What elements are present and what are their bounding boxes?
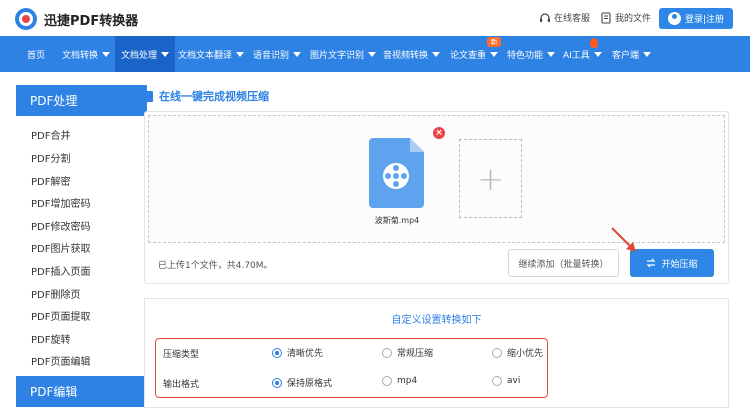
- sidebar-head-pdf-edit[interactable]: PDF编辑: [16, 376, 147, 407]
- options-highlight-frame: [155, 338, 548, 398]
- customer-service-link[interactable]: 在线客服: [539, 11, 590, 24]
- nav-item-special-features[interactable]: 特色功能: [507, 36, 556, 72]
- sidebar-item-pdf-merge[interactable]: PDF合并: [31, 127, 70, 142]
- caret-down-icon: [293, 51, 302, 57]
- document-icon: [601, 11, 611, 24]
- nav-item-doc-process[interactable]: 文档处理: [115, 36, 176, 72]
- sidebar-item-pdf-add-password[interactable]: PDF增加密码: [31, 195, 90, 210]
- caret-down-icon: [432, 51, 441, 57]
- nav-label: 语音识别: [253, 50, 290, 61]
- radio-clear-priority[interactable]: 清晰优先: [272, 346, 323, 359]
- nav-item-client[interactable]: 客户端: [612, 36, 652, 72]
- annotation-arrow-icon: [611, 227, 636, 252]
- nav-label: 论文查重: [450, 50, 487, 61]
- caret-down-icon: [593, 51, 602, 57]
- radio-dot: [492, 376, 502, 386]
- nav-label: 图片文字识别: [310, 50, 365, 61]
- nav-label: 客户端: [612, 50, 640, 61]
- sidebar-item-pdf-page-edit[interactable]: PDF页面编辑: [31, 353, 90, 368]
- radio-avi[interactable]: avi: [492, 376, 520, 386]
- sidebar-head-pdf-process[interactable]: PDF处理: [16, 85, 147, 116]
- nav-item-av-convert[interactable]: 音视频转换: [383, 36, 441, 72]
- remove-file-icon[interactable]: ×: [433, 127, 445, 139]
- nav-item-speech-recognition[interactable]: 语音识别: [253, 36, 302, 72]
- headset-icon: [540, 12, 550, 22]
- radio-dot: [272, 347, 282, 358]
- sidebar-item-pdf-decrypt[interactable]: PDF解密: [31, 173, 70, 188]
- start-compress-label: 开始压缩: [661, 259, 698, 270]
- caret-down-icon: [490, 51, 499, 57]
- plus-icon: +: [477, 159, 504, 198]
- hot-flame-icon: [590, 38, 598, 48]
- nav-item-doc-translate[interactable]: 文档文本翻译: [178, 36, 245, 72]
- login-register-button[interactable]: 登录|注册: [659, 8, 733, 29]
- caret-down-icon: [236, 51, 245, 57]
- nav-label: AI工具: [563, 50, 590, 61]
- login-label: 登录|注册: [684, 15, 725, 25]
- sidebar-item-pdf-split[interactable]: PDF分割: [31, 150, 70, 165]
- radio-normal-compress[interactable]: 常规压缩: [382, 346, 433, 359]
- main-nav: 首页 文档转换 文档处理 文档文本翻译 语音识别 图片文字识别 音视频转换 论文…: [0, 36, 750, 72]
- radio-label: 清晰优先: [287, 349, 324, 359]
- radio-label: 常规压缩: [397, 349, 434, 359]
- continue-add-button[interactable]: 继续添加（批量转换）: [508, 249, 619, 277]
- nav-label: 文档转换: [62, 50, 99, 61]
- nav-label: 首页: [27, 50, 46, 61]
- sidebar-item-pdf-change-password[interactable]: PDF修改密码: [31, 218, 90, 233]
- radio-mp4[interactable]: mp4: [382, 376, 417, 386]
- radio-label: avi: [507, 376, 521, 386]
- document-icon: [144, 90, 153, 102]
- top-header: 迅捷PDF转换器 在线客服 我的文件 登录|注册: [0, 0, 750, 36]
- compress-type-label: 压缩类型: [163, 350, 200, 360]
- radio-label: mp4: [397, 376, 418, 386]
- nav-item-home[interactable]: 首页: [17, 36, 55, 72]
- nav-label: 音视频转换: [383, 50, 429, 61]
- my-files-link[interactable]: 我的文件: [600, 11, 651, 24]
- nav-item-doc-convert[interactable]: 文档转换: [62, 36, 111, 72]
- user-avatar-icon: [667, 12, 681, 25]
- customer-service-label: 在线客服: [554, 14, 591, 24]
- caret-down-icon: [547, 51, 556, 57]
- page-title: 在线一键完成视频压缩: [144, 88, 269, 104]
- radio-dot: [382, 347, 392, 358]
- output-format-label: 输出格式: [163, 380, 200, 390]
- sidebar-item-pdf-image-extract[interactable]: PDF图片获取: [31, 240, 90, 255]
- swap-arrows-icon: [647, 258, 656, 268]
- caret-down-icon: [643, 51, 652, 57]
- upload-status-text: 已上传1个文件，共4.70M。: [158, 261, 273, 271]
- page-title-text: 在线一键完成视频压缩: [159, 90, 269, 103]
- brand-name[interactable]: 迅捷PDF转换器: [44, 10, 138, 29]
- nav-label: 特色功能: [507, 50, 544, 61]
- nav-item-image-ocr[interactable]: 图片文字识别: [310, 36, 377, 72]
- start-compress-button[interactable]: 开始压缩: [630, 249, 714, 277]
- radio-dot: [382, 376, 392, 386]
- video-file-icon[interactable]: [369, 138, 424, 208]
- radio-label: 保持原格式: [287, 379, 333, 389]
- radio-keep-format[interactable]: 保持原格式: [272, 376, 332, 389]
- sidebar-item-pdf-rotate[interactable]: PDF旋转: [31, 331, 70, 346]
- radio-size-priority[interactable]: 缩小优先: [492, 346, 543, 359]
- sidebar-item-pdf-delete-page[interactable]: PDF删除页: [31, 286, 80, 301]
- radio-dot: [272, 377, 282, 388]
- nav-label: 文档处理: [121, 50, 158, 61]
- sidebar-item-pdf-insert-page[interactable]: PDF插入页面: [31, 263, 90, 278]
- caret-down-icon: [161, 51, 170, 57]
- file-name: 波斯菊.mp4: [374, 216, 420, 225]
- radio-dot: [492, 347, 502, 358]
- my-files-label: 我的文件: [615, 14, 652, 24]
- sidebar-item-pdf-page-extract[interactable]: PDF页面提取: [31, 308, 90, 323]
- app-logo-icon[interactable]: [14, 7, 38, 31]
- radio-label: 缩小优先: [507, 349, 544, 359]
- add-file-button[interactable]: +: [459, 139, 522, 218]
- caret-down-icon: [368, 51, 377, 57]
- new-badge: 新: [487, 37, 501, 47]
- nav-label: 文档文本翻译: [178, 50, 233, 61]
- settings-title: 自定义设置转换如下: [391, 315, 482, 326]
- caret-down-icon: [102, 51, 111, 57]
